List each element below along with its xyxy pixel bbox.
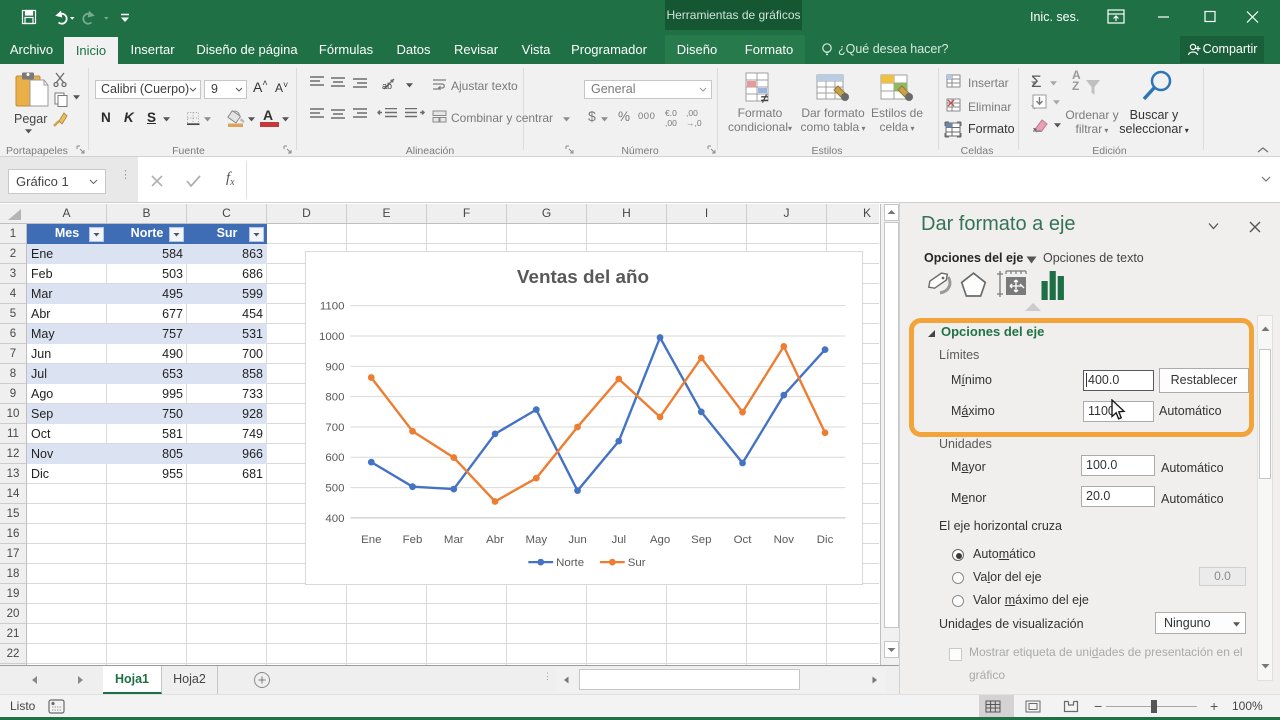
svg-text:500: 500 xyxy=(325,483,344,495)
svg-text:Ventas del año: Ventas del año xyxy=(517,267,649,288)
svg-text:ab: ab xyxy=(382,81,392,91)
svg-text:Jul: Jul xyxy=(611,534,626,546)
svg-text:Ago: Ago xyxy=(650,534,670,546)
svg-text:Oct: Oct xyxy=(734,534,753,546)
svg-text:Sur: Sur xyxy=(628,557,646,569)
svg-text:Nov: Nov xyxy=(774,534,795,546)
svg-text:1000: 1000 xyxy=(319,331,344,343)
svg-text:Sep: Sep xyxy=(691,534,711,546)
svg-text:Jun: Jun xyxy=(568,534,586,546)
svg-text:1100: 1100 xyxy=(320,301,345,313)
svg-text:Feb: Feb xyxy=(403,534,423,546)
svg-text:Dic: Dic xyxy=(817,534,834,546)
svg-text:Abr: Abr xyxy=(486,534,504,546)
svg-text:800: 800 xyxy=(325,392,344,404)
svg-text:Norte: Norte xyxy=(556,557,584,569)
svg-text:900: 900 xyxy=(325,361,344,373)
svg-text:Mar: Mar xyxy=(444,534,464,546)
svg-text:Ene: Ene xyxy=(361,534,381,546)
svg-text:May: May xyxy=(525,534,547,546)
svg-text:≠: ≠ xyxy=(761,91,768,104)
svg-text:700: 700 xyxy=(325,422,344,434)
svg-text:400: 400 xyxy=(325,513,344,525)
svg-text:600: 600 xyxy=(325,452,344,464)
